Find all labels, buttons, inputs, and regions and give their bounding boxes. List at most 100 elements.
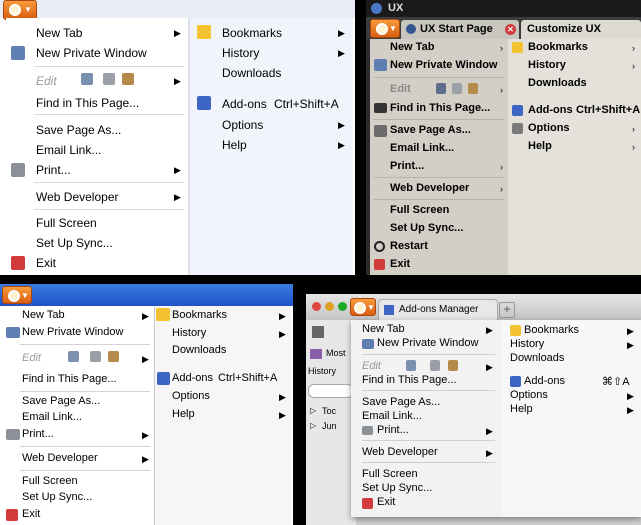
win7-firefox-button[interactable]: ▼ <box>3 0 37 20</box>
menu-item-help[interactable]: Help <box>172 408 195 420</box>
paste-icon[interactable] <box>122 73 134 85</box>
menu-item-restart[interactable]: Restart <box>390 240 428 252</box>
menu-item-set-up-sync[interactable]: Set Up Sync... <box>36 236 113 250</box>
linux-firefox-button[interactable]: ▼ <box>370 19 400 38</box>
menu-item-find-in-page[interactable]: Find in This Page... <box>390 102 490 114</box>
tab-ux-start-page[interactable]: UX Start Page ✕ <box>401 20 519 39</box>
minimize-window-icon[interactable] <box>325 302 334 311</box>
menu-item-new-private-window[interactable]: New Private Window <box>390 59 497 71</box>
menu-item-bookmarks[interactable]: Bookmarks <box>528 41 588 53</box>
menu-item-save-page-as[interactable]: Save Page As... <box>36 123 121 137</box>
menu-item-downloads[interactable]: Downloads <box>222 66 281 80</box>
menu-item-edit[interactable]: Edit <box>22 352 41 364</box>
menu-item-find-in-page[interactable]: Find in This Page... <box>36 96 139 110</box>
menu-item-full-screen[interactable]: Full Screen <box>390 204 449 216</box>
winxp-firefox-button[interactable]: ▼ <box>2 286 32 304</box>
menu-item-web-developer[interactable]: Web Developer <box>36 190 119 204</box>
menu-item-full-screen[interactable]: Full Screen <box>36 216 97 230</box>
copy-icon[interactable] <box>430 360 440 371</box>
paste-icon[interactable] <box>108 351 119 362</box>
menu-item-set-up-sync[interactable]: Set Up Sync... <box>22 491 92 503</box>
menu-item-edit[interactable]: Edit <box>36 74 57 88</box>
copy-icon[interactable] <box>103 73 115 85</box>
history-today-item[interactable]: Toc <box>322 406 336 416</box>
menu-item-add-ons[interactable]: Add-ons <box>172 372 213 384</box>
menu-item-bookmarks[interactable]: Bookmarks <box>524 324 579 336</box>
menu-item-print[interactable]: Print... <box>36 163 71 177</box>
menu-item-help[interactable]: Help <box>222 138 247 152</box>
menu-item-options[interactable]: Options <box>510 389 548 401</box>
menu-item-print[interactable]: Print... <box>377 424 409 436</box>
menu-item-save-page-as[interactable]: Save Page As... <box>390 124 471 136</box>
menu-item-edit[interactable]: Edit <box>390 83 411 95</box>
menu-item-add-ons[interactable]: Add-ons <box>528 104 573 116</box>
copy-icon[interactable] <box>452 83 462 94</box>
zoom-window-icon[interactable] <box>338 302 347 311</box>
menu-item-downloads[interactable]: Downloads <box>528 77 587 89</box>
menu-item-exit[interactable]: Exit <box>36 256 56 270</box>
menu-item-help[interactable]: Help <box>528 140 552 152</box>
mac-firefox-button[interactable]: ▼ <box>350 298 376 316</box>
menu-item-save-page-as[interactable]: Save Page As... <box>22 395 100 407</box>
menu-item-new-tab[interactable]: New Tab <box>390 41 434 53</box>
tab-customize-ux[interactable]: Customize UX <box>521 20 641 39</box>
menu-item-downloads[interactable]: Downloads <box>172 344 226 356</box>
expand-june-icon[interactable]: ▷ <box>310 421 316 430</box>
search-input[interactable] <box>308 384 354 398</box>
menu-item-add-ons[interactable]: Add-ons <box>222 97 267 111</box>
menu-item-exit[interactable]: Exit <box>22 508 40 520</box>
menu-item-email-link[interactable]: Email Link... <box>390 142 454 154</box>
menu-item-bookmarks[interactable]: Bookmarks <box>222 26 282 40</box>
menu-item-add-ons[interactable]: Add-ons <box>524 375 565 387</box>
paste-icon[interactable] <box>468 83 478 94</box>
menu-item-set-up-sync[interactable]: Set Up Sync... <box>362 482 432 494</box>
menu-item-web-developer[interactable]: Web Developer <box>362 446 438 458</box>
most-visited-label[interactable]: Most <box>326 348 346 358</box>
tab-add-ons-manager[interactable]: Add-ons Manager <box>378 299 498 321</box>
menu-item-set-up-sync[interactable]: Set Up Sync... <box>390 222 463 234</box>
close-window-icon[interactable] <box>312 302 321 311</box>
menu-item-bookmarks[interactable]: Bookmarks <box>172 309 227 321</box>
cut-icon[interactable] <box>436 83 446 94</box>
paste-icon[interactable] <box>448 360 458 371</box>
menu-item-exit[interactable]: Exit <box>377 496 395 508</box>
menu-item-new-tab[interactable]: New Tab <box>22 309 65 321</box>
menu-item-save-page-as[interactable]: Save Page As... <box>362 396 440 408</box>
cut-icon[interactable] <box>68 351 79 362</box>
menu-item-help[interactable]: Help <box>510 403 533 415</box>
menu-item-edit[interactable]: Edit <box>362 360 381 372</box>
close-tab-icon[interactable]: ✕ <box>505 24 516 35</box>
cut-icon[interactable] <box>406 360 416 371</box>
menu-item-history[interactable]: History <box>222 46 259 60</box>
menu-item-history[interactable]: History <box>510 338 544 350</box>
menu-item-options[interactable]: Options <box>222 118 263 132</box>
back-icon[interactable] <box>312 326 324 338</box>
menu-item-options[interactable]: Options <box>528 122 570 134</box>
history-june-item[interactable]: Jun <box>322 421 337 431</box>
menu-item-email-link[interactable]: Email Link... <box>36 143 101 157</box>
menu-item-full-screen[interactable]: Full Screen <box>362 468 418 480</box>
menu-item-new-private-window[interactable]: New Private Window <box>377 337 478 349</box>
menu-item-web-developer[interactable]: Web Developer <box>22 452 98 464</box>
menu-item-find-in-page[interactable]: Find in This Page... <box>362 374 457 386</box>
menu-item-exit[interactable]: Exit <box>390 258 410 270</box>
menu-item-print[interactable]: Print... <box>22 428 54 440</box>
menu-item-history[interactable]: History <box>528 59 566 71</box>
menu-item-web-developer[interactable]: Web Developer <box>390 182 469 194</box>
new-tab-plus-icon[interactable]: + <box>499 302 515 318</box>
menu-item-new-private-window[interactable]: New Private Window <box>22 326 123 338</box>
menu-item-options[interactable]: Options <box>172 390 210 402</box>
menu-item-email-link[interactable]: Email Link... <box>362 410 422 422</box>
menu-item-find-in-page[interactable]: Find in This Page... <box>22 373 117 385</box>
menu-item-new-tab[interactable]: New Tab <box>362 323 405 335</box>
menu-item-print[interactable]: Print... <box>390 160 424 172</box>
copy-icon[interactable] <box>90 351 101 362</box>
menu-item-full-screen[interactable]: Full Screen <box>22 475 78 487</box>
cut-icon[interactable] <box>81 73 93 85</box>
menu-item-new-private-window[interactable]: New Private Window <box>36 46 147 60</box>
menu-item-new-tab[interactable]: New Tab <box>36 26 82 40</box>
menu-item-history[interactable]: History <box>172 327 206 339</box>
menu-item-email-link[interactable]: Email Link... <box>22 411 82 423</box>
menu-item-downloads[interactable]: Downloads <box>510 352 564 364</box>
expand-today-icon[interactable]: ▷ <box>310 406 316 415</box>
